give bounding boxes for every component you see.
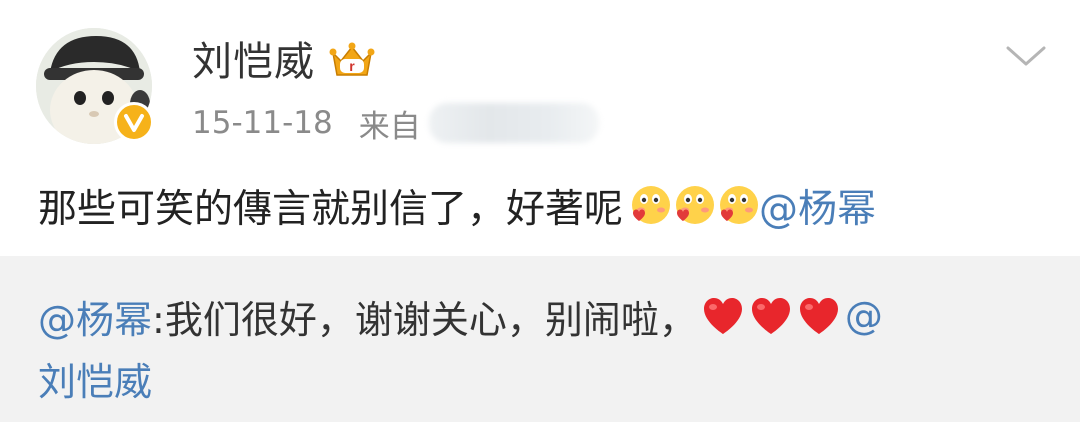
reply-text: :我们很好，谢谢关心，别闹啦， [152,297,697,342]
blush-kiss-emoji-icon [676,186,715,224]
reply-trailing-at[interactable]: @ [845,294,883,338]
post-meta: 15-11-18 来自 [192,100,599,146]
reply-mention-link[interactable]: @杨幂 [38,289,152,344]
reply-line-2: 刘恺威 [38,350,152,406]
mention-link[interactable]: @杨幂 [759,178,876,234]
reply-mention-name[interactable]: 刘恺威 [38,351,152,406]
source-app-blurred [428,103,599,143]
username-row: 刘恺威 r [192,36,375,88]
reply-line: @杨幂 :我们很好，谢谢关心，别闹啦， @ [38,288,883,344]
vip-crown-icon[interactable]: r [329,39,375,85]
post-text: 那些可笑的傳言就别信了，好著呢 @杨幂 [38,176,876,236]
blush-kiss-emoji-icon [720,186,759,224]
weibo-post: 刘恺威 r 15-11-18 来自 那些可笑的傳言就别信了，好著呢 @杨幂 @杨… [0,0,1080,422]
source-prefix: 来自 [358,108,421,145]
emoji-group [627,183,759,229]
username[interactable]: 刘恺威 [192,36,315,88]
verified-badge-icon [114,102,154,142]
post-body-text: 那些可笑的傳言就别信了，好著呢 [38,187,624,232]
heart-icon [703,298,742,334]
svg-text:r: r [349,58,355,74]
blush-kiss-emoji-icon [632,186,671,224]
chevron-down-icon[interactable] [1004,42,1048,70]
post-timestamp: 15-11-18 [192,105,333,141]
heart-icon [751,298,790,334]
heart-group [701,296,845,336]
reply-box[interactable]: @杨幂 :我们很好，谢谢关心，别闹啦， @ 刘恺威 [0,256,1080,422]
heart-icon [799,298,838,334]
avatar[interactable] [36,28,154,144]
